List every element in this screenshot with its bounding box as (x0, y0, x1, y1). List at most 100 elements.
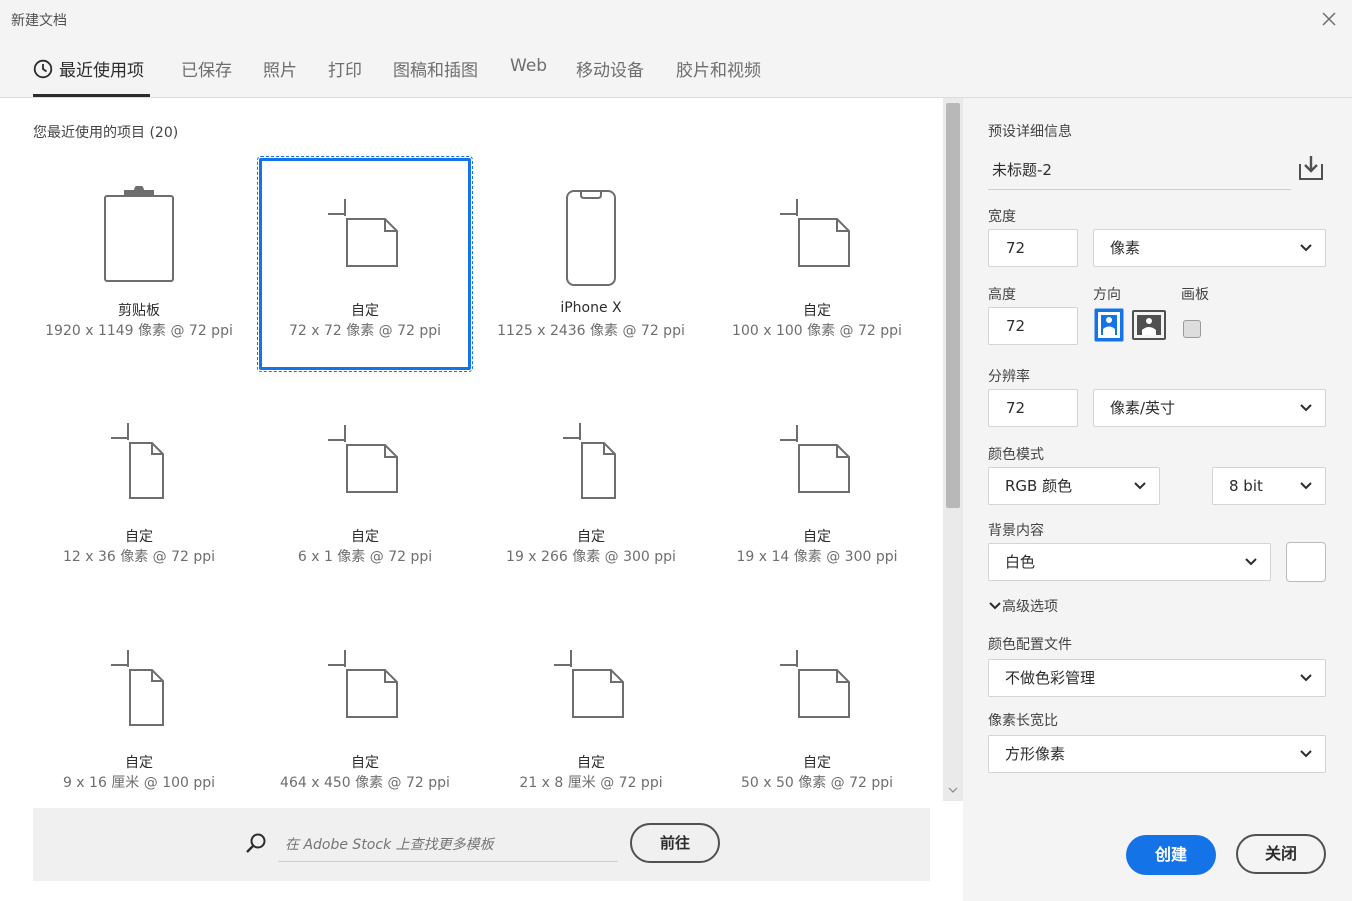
tab-saved[interactable]: 已保存 (181, 56, 232, 81)
window-title: 新建文档 (11, 13, 67, 29)
preset-card[interactable]: 自定 100 x 100 像素 @ 72 ppi (711, 158, 923, 370)
width-label: 宽度 (988, 209, 1016, 225)
document-icon (780, 650, 850, 718)
vertical-scrollbar[interactable] (943, 98, 963, 801)
resolution-unit-select[interactable]: 像素/英寸 (1093, 389, 1326, 427)
pixel-aspect-select[interactable]: 方形像素 (988, 735, 1326, 773)
chevron-down-icon (1134, 482, 1146, 490)
document-icon (328, 425, 398, 493)
active-tab-indicator (33, 94, 150, 97)
preset-dimensions: 72 x 72 像素 @ 72 ppi (288, 323, 442, 339)
stock-search-input[interactable] (278, 828, 618, 862)
preset-name: 自定 (351, 529, 379, 545)
preset-card[interactable]: 剪贴板 1920 x 1149 像素 @ 72 ppi (33, 158, 245, 370)
document-icon (328, 650, 398, 718)
preset-dimensions: 9 x 16 厘米 @ 100 ppi (62, 775, 216, 791)
color-profile-label: 颜色配置文件 (988, 637, 1072, 653)
height-label: 高度 (988, 287, 1016, 303)
preset-name: 自定 (351, 755, 379, 771)
resolution-input[interactable]: 72 (988, 389, 1078, 427)
preset-card[interactable]: 自定 9 x 16 厘米 @ 100 ppi (33, 612, 245, 824)
recent-items-area: 您最近使用的项目 (20) 剪贴板 1920 x 1149 像素 @ 72 pp… (0, 98, 943, 901)
preset-card[interactable]: iPhone X 1125 x 2436 像素 @ 72 ppi (485, 158, 697, 370)
tab-art-illustration[interactable]: 图稿和插图 (393, 56, 478, 81)
preset-card[interactable]: 自定 464 x 450 像素 @ 72 ppi (259, 612, 471, 824)
preset-name: 自定 (803, 529, 831, 545)
document-name-field[interactable]: 未标题-2 (988, 154, 1291, 190)
artboard-checkbox[interactable] (1183, 320, 1201, 338)
pixel-aspect-label: 像素长宽比 (988, 713, 1058, 729)
preset-dimensions: 6 x 1 像素 @ 72 ppi (297, 549, 433, 565)
preset-dimensions: 12 x 36 像素 @ 72 ppi (62, 549, 216, 565)
preset-card[interactable]: 自定 19 x 266 像素 @ 300 ppi (485, 386, 697, 598)
preset-name: 自定 (351, 303, 379, 319)
preset-name: 自定 (803, 755, 831, 771)
window-title-bar: 新建文档 (0, 0, 1352, 38)
tab-photo[interactable]: 照片 (263, 56, 297, 81)
document-icon (328, 199, 398, 267)
orientation-label: 方向 (1093, 287, 1121, 303)
resolution-label: 分辨率 (988, 369, 1030, 385)
preset-name: 自定 (125, 755, 153, 771)
preset-name: iPhone X (560, 300, 622, 316)
chevron-down-icon (1300, 404, 1312, 412)
tab-print[interactable]: 打印 (328, 56, 362, 81)
pixel-aspect-value: 方形像素 (1005, 745, 1066, 763)
document-icon (111, 650, 164, 726)
landscape-orientation-icon[interactable] (1132, 308, 1166, 342)
width-input[interactable]: 72 (988, 229, 1078, 267)
close-icon[interactable] (1318, 8, 1340, 30)
preset-dimensions: 21 x 8 厘米 @ 72 ppi (519, 775, 663, 791)
preset-card[interactable]: 自定 21 x 8 厘米 @ 72 ppi (485, 612, 697, 824)
chevron-down-icon (1300, 244, 1312, 252)
preset-card[interactable]: 自定 19 x 14 像素 @ 300 ppi (711, 386, 923, 598)
resolution-unit-value: 像素/英寸 (1110, 399, 1176, 417)
chevron-down-icon (1300, 482, 1312, 490)
go-button[interactable]: 前往 (630, 823, 720, 863)
close-button[interactable]: 关闭 (1236, 834, 1326, 874)
preset-dimensions: 50 x 50 像素 @ 72 ppi (740, 775, 894, 791)
scroll-down-icon[interactable] (948, 786, 958, 794)
preset-card[interactable]: 自定 6 x 1 像素 @ 72 ppi (259, 386, 471, 598)
details-title: 预设详细信息 (988, 124, 1072, 140)
width-unit-select[interactable]: 像素 (1093, 229, 1326, 267)
bit-depth-select[interactable]: 8 bit (1212, 467, 1326, 505)
preset-name: 自定 (577, 755, 605, 771)
document-icon (780, 425, 850, 493)
background-value: 白色 (1005, 553, 1036, 571)
background-label: 背景内容 (988, 523, 1044, 539)
preset-dimensions: 19 x 266 像素 @ 300 ppi (506, 549, 676, 565)
preset-dimensions: 1920 x 1149 像素 @ 72 ppi (45, 323, 233, 339)
chevron-down-icon (989, 602, 1001, 610)
tab-recent[interactable]: 最近使用项 (33, 56, 144, 81)
tab-web[interactable]: Web (510, 56, 547, 76)
background-select[interactable]: 白色 (988, 543, 1271, 581)
preset-name: 自定 (125, 529, 153, 545)
color-profile-select[interactable]: 不做色彩管理 (988, 659, 1326, 697)
portrait-orientation-icon[interactable] (1094, 308, 1124, 342)
save-preset-icon[interactable] (1297, 154, 1325, 182)
tab-mobile[interactable]: 移动设备 (576, 56, 644, 81)
stock-search-bar: 前往 (33, 808, 930, 881)
height-input[interactable]: 72 (988, 307, 1078, 345)
tab-recent-label: 最近使用项 (59, 61, 144, 81)
document-icon (780, 199, 850, 267)
phone-icon (566, 190, 616, 286)
color-profile-value: 不做色彩管理 (1005, 669, 1096, 687)
preset-details-panel: 预设详细信息 未标题-2 宽度 72 像素 高度 方向 画板 72 分辨率 72… (963, 98, 1352, 901)
preset-name: 剪贴板 (118, 303, 160, 319)
recent-section-title: 您最近使用的项目 (20) (33, 125, 179, 141)
color-mode-label: 颜色模式 (988, 447, 1044, 463)
preset-card[interactable]: 自定 50 x 50 像素 @ 72 ppi (711, 612, 923, 824)
tab-film-video[interactable]: 胶片和视频 (676, 56, 761, 81)
background-color-swatch[interactable] (1286, 542, 1326, 582)
preset-card-selected[interactable]: 自定 72 x 72 像素 @ 72 ppi (257, 156, 473, 372)
color-mode-select[interactable]: RGB 颜色 (988, 467, 1160, 505)
document-icon (563, 423, 616, 499)
scrollbar-thumb[interactable] (946, 103, 960, 508)
create-button[interactable]: 创建 (1126, 835, 1216, 875)
preset-card[interactable]: 自定 12 x 36 像素 @ 72 ppi (33, 386, 245, 598)
document-icon (554, 650, 624, 718)
preset-name: 自定 (803, 303, 831, 319)
advanced-options-toggle[interactable]: 高级选项 (988, 596, 1058, 616)
